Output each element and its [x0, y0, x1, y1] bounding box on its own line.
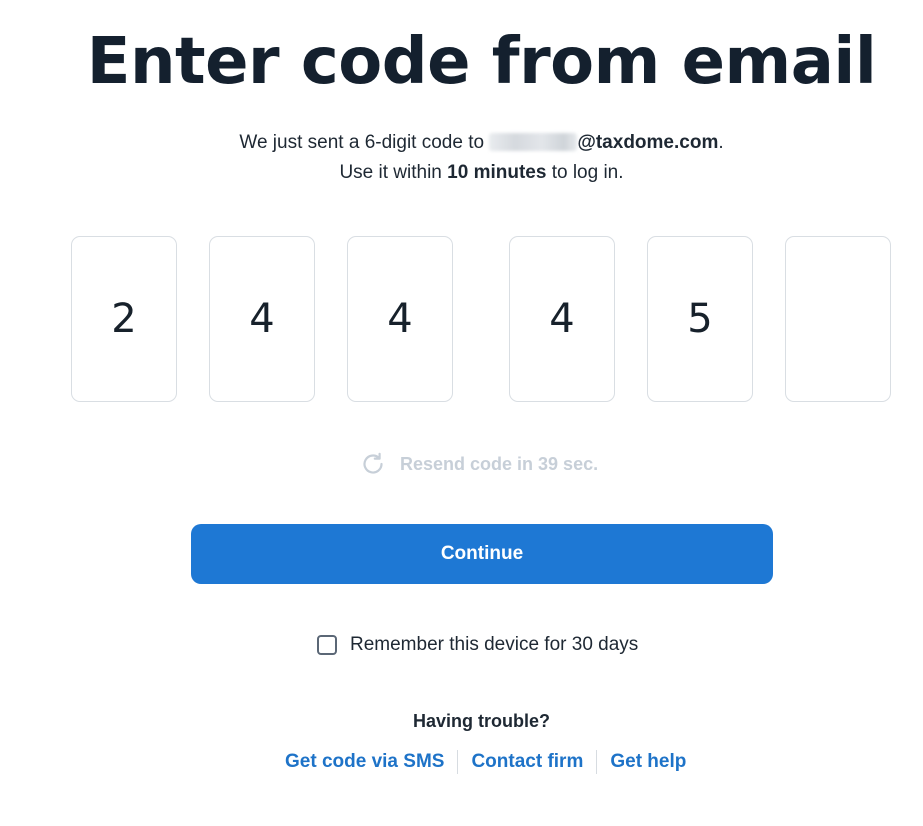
remember-device-label: Remember this device for 30 days — [350, 634, 639, 655]
time-limit-prefix: Use it within — [339, 162, 448, 183]
time-limit-message: Use it within 10 minutes to log in. — [0, 158, 923, 188]
continue-button[interactable]: Continue — [191, 524, 773, 584]
contact-firm-link[interactable]: Contact firm — [458, 751, 596, 773]
refresh-icon — [360, 451, 386, 477]
resend-code-label: Resend code in 39 sec. — [400, 453, 599, 474]
sent-code-prefix: We just sent a 6-digit code to — [239, 132, 490, 153]
having-trouble-heading: Having trouble? — [412, 711, 550, 731]
remember-device-option[interactable]: Remember this device for 30 days — [317, 634, 638, 656]
resend-code-button[interactable]: Resend code in 39 sec. — [360, 450, 598, 478]
sent-code-suffix: . — [718, 132, 724, 153]
time-limit-suffix: to log in. — [546, 162, 624, 183]
code-digit-input-2[interactable]: 4 — [209, 236, 315, 402]
time-limit-value: 10 minutes — [447, 162, 547, 183]
remember-device-checkbox[interactable] — [317, 635, 337, 655]
code-digit-input-5[interactable]: 5 — [647, 236, 753, 402]
code-digit-input-6[interactable] — [785, 236, 891, 402]
get-help-link[interactable]: Get help — [597, 751, 699, 773]
sent-code-message: We just sent a 6-digit code to @taxdome.… — [0, 128, 923, 158]
page-title: Enter code from email — [86, 25, 877, 99]
help-links: Get code via SMS Contact firm Get help — [272, 750, 699, 774]
code-digit-input-3[interactable]: 4 — [347, 236, 453, 402]
code-digit-input-1[interactable]: 2 — [71, 236, 177, 402]
redacted-email-username — [489, 133, 578, 151]
get-code-via-sms-link[interactable]: Get code via SMS — [272, 751, 457, 773]
email-domain: @taxdome.com — [577, 132, 719, 153]
code-digit-input-4[interactable]: 4 — [509, 236, 615, 402]
